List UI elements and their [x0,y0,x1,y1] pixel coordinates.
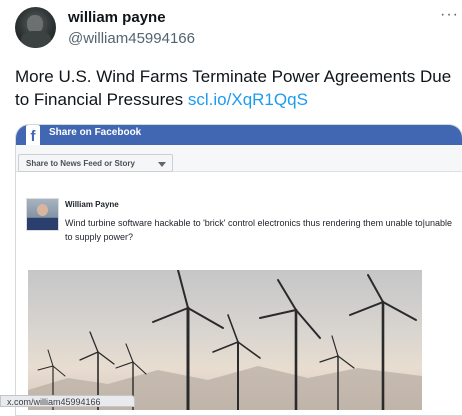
wind-turbines-illustration [28,270,422,410]
facebook-post-text: Wind turbine software hackable to 'brick… [65,218,452,242]
wind-turbines-photo [28,270,422,410]
caret-down-icon [158,162,166,167]
avatar-face-shape [37,204,48,216]
share-destination-label: Share to News Feed or Story [26,159,135,168]
tweet-text: More U.S. Wind Farms Terminate Power Agr… [15,65,455,111]
facebook-toolbar: Share to News Feed or Story [16,145,462,172]
facebook-logo-icon: f [26,125,40,145]
author-display-name[interactable]: william payne [68,9,166,26]
author-avatar[interactable] [15,7,56,48]
status-url-bar: x.com/william45994166 [0,395,135,407]
embedded-image[interactable]: f Share on Facebook Share to News Feed o… [15,124,462,416]
facebook-header-title: Share on Facebook [49,127,142,138]
tweet-link[interactable]: scl.io/XqR1QqS [188,90,308,109]
facebook-header: f Share on Facebook [16,125,462,145]
more-horizontal-icon[interactable]: ··· [440,6,459,24]
facebook-user-avatar [26,198,59,231]
avatar-body-shape [21,31,51,48]
share-destination-select[interactable]: Share to News Feed or Story [18,154,173,172]
facebook-post-body: William Payne Wind turbine software hack… [16,172,462,415]
facebook-user-name: William Payne [65,200,119,209]
author-handle[interactable]: @william45994166 [68,30,195,47]
